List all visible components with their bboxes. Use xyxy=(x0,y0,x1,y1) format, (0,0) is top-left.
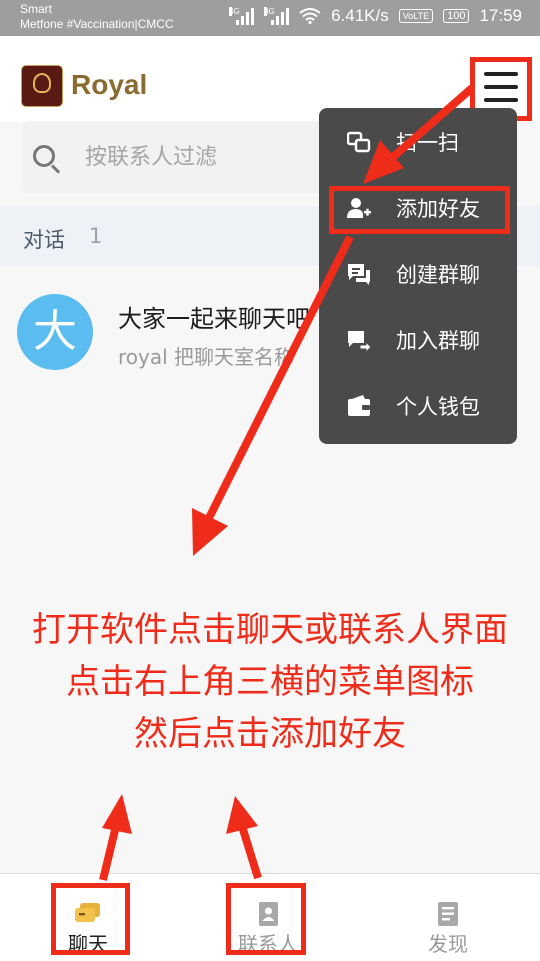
network-label: Metfone #Vaccination|CMCC xyxy=(20,17,174,31)
menu-item-join-group[interactable]: 加入群聊 xyxy=(319,310,517,370)
scan-icon xyxy=(347,131,371,153)
menu-item-label: 加入群聊 xyxy=(396,329,480,353)
create-group-icon xyxy=(348,264,370,285)
tab-chat[interactable]: 聊天 xyxy=(38,874,138,961)
add-friend-icon xyxy=(347,198,371,218)
menu-item-wallet[interactable]: 个人钱包 xyxy=(319,376,517,436)
section-count: 1 xyxy=(89,224,103,248)
tab-chat-label: 聊天 xyxy=(68,932,108,956)
instruction-line-2: 点击右上角三横的菜单图标 xyxy=(66,662,474,702)
contacts-icon xyxy=(259,902,278,926)
contact-filter-search xyxy=(21,121,341,193)
clock: 17:59 xyxy=(479,6,522,25)
volte-badge: VoLTE xyxy=(398,9,434,23)
tab-contacts[interactable]: 联系人 xyxy=(218,874,318,961)
net-3g-label: 3G xyxy=(264,7,275,16)
hamburger-icon xyxy=(484,72,518,76)
section-title: 对话 xyxy=(23,228,65,252)
status-bar: Smart Metfone #Vaccination|CMCC 4G 3G 6.… xyxy=(0,0,540,36)
instruction-overlay: 打开软件点击聊天或联系人界面 点击右上角三横的菜单图标 然后点击添加好友 xyxy=(0,604,540,760)
signal-4g-icon: 4G xyxy=(229,7,255,25)
menu-item-scan[interactable]: 扫一扫 xyxy=(319,112,517,172)
menu-item-create-group[interactable]: 创建群聊 xyxy=(319,244,517,304)
avatar: 大 xyxy=(17,294,93,370)
overflow-menu: 扫一扫 添加好友 创建群聊 加入群聊 个人钱包 xyxy=(319,108,517,444)
menu-item-label: 个人钱包 xyxy=(396,395,480,419)
tab-contacts-label: 联系人 xyxy=(238,932,298,956)
menu-item-label: 扫一扫 xyxy=(396,131,459,155)
instruction-line-1: 打开软件点击聊天或联系人界面 xyxy=(32,610,508,650)
carrier-name: Smart xyxy=(20,2,53,16)
search-icon xyxy=(33,145,55,167)
network-speed: 6.41K/s xyxy=(331,6,389,25)
tab-discover[interactable]: 发现 xyxy=(398,874,498,961)
discover-icon xyxy=(438,902,458,926)
wallet-icon xyxy=(348,395,370,416)
arrow-to-contacts-tab xyxy=(238,824,262,880)
menu-item-add-friend[interactable]: 添加好友 xyxy=(319,178,517,238)
royal-crest-logo xyxy=(21,65,63,107)
wifi-icon xyxy=(299,8,321,24)
carrier-info: Smart Metfone #Vaccination|CMCC xyxy=(20,2,174,32)
chat-icon xyxy=(75,903,100,922)
app-title: Royal xyxy=(71,69,148,100)
net-4g-label: 4G xyxy=(229,7,240,16)
conversation-preview: royal 把聊天室名称 xyxy=(118,345,295,369)
instruction-line-3: 然后点击添加好友 xyxy=(134,714,406,754)
tab-discover-label: 发现 xyxy=(428,932,468,956)
arrow-to-chat-tab xyxy=(99,825,120,881)
bottom-nav: 聊天 联系人 发现 xyxy=(0,873,540,961)
status-indicators: 4G 3G 6.41K/s VoLTE 100 17:59 xyxy=(229,6,522,26)
signal-3g-icon: 3G xyxy=(264,7,290,25)
menu-item-label: 添加好友 xyxy=(396,197,480,221)
battery-icon: 100 xyxy=(443,9,470,23)
conversation-title: 大家一起来聊天吧 xyxy=(118,305,310,333)
search-input[interactable] xyxy=(83,139,337,175)
join-group-icon xyxy=(348,331,371,352)
menu-item-label: 创建群聊 xyxy=(396,263,480,287)
